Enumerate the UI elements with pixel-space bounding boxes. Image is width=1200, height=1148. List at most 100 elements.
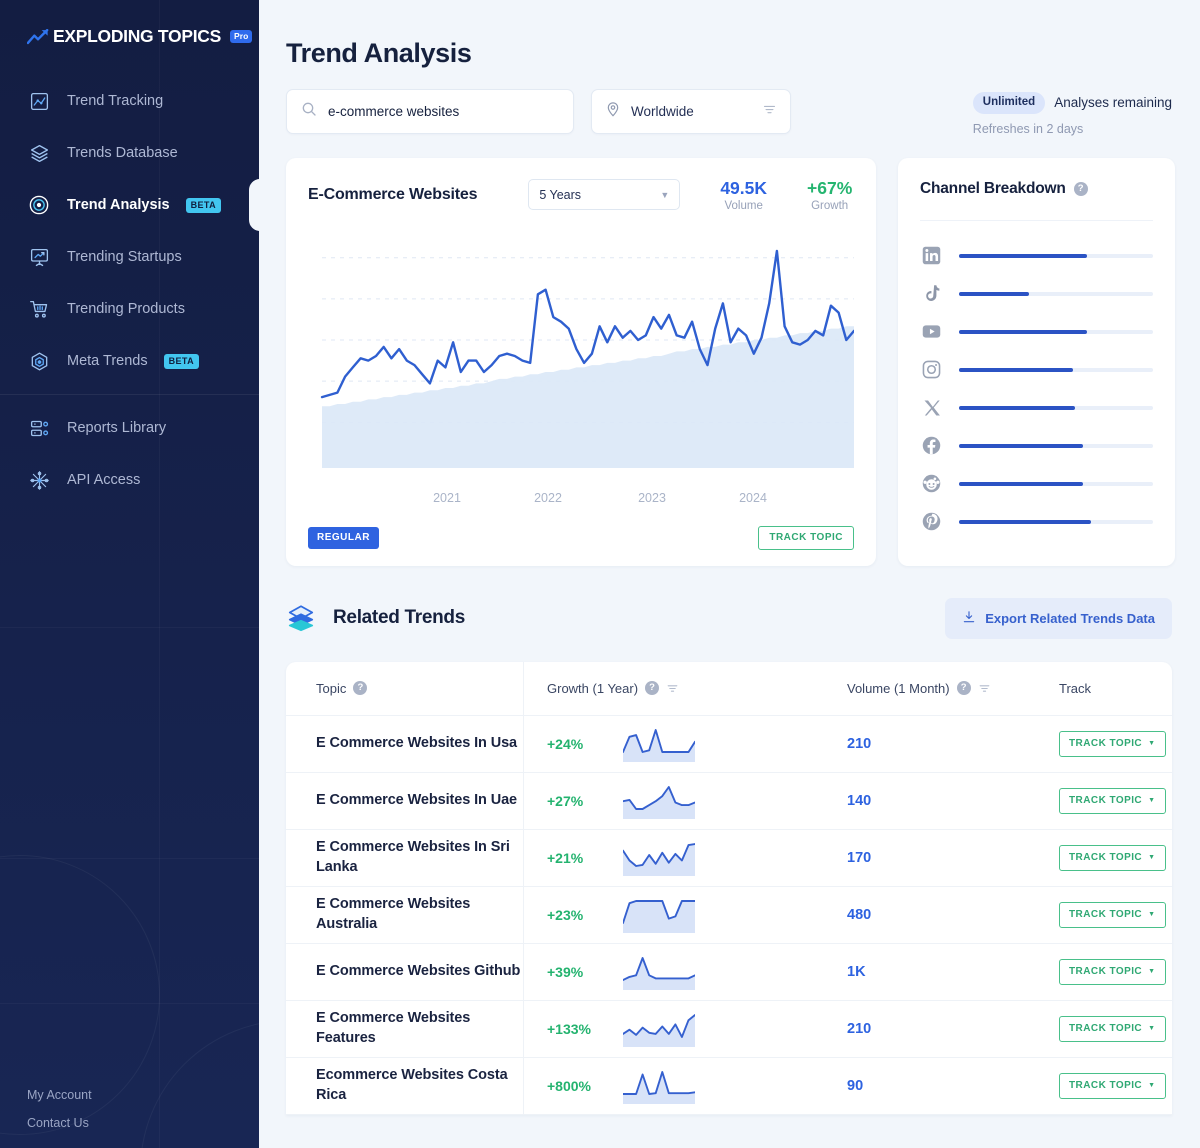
chart-monitor-icon [27,89,51,113]
cell-growth: +21% [524,840,829,876]
track-topic-button[interactable]: TRACK TOPIC ▼ [1059,958,1166,985]
topic-name: E Commerce Websites In Sri Lanka [316,839,510,875]
question-circle-icon[interactable]: ? [645,681,660,696]
channel-bar-fill [959,329,1088,334]
filter-icon[interactable] [762,102,777,122]
track-topic-label: TRACK TOPIC [1069,1079,1143,1091]
cell-track: TRACK TOPIC ▼ [1054,1072,1172,1099]
location-select[interactable]: Worldwide [591,89,791,134]
table-row[interactable]: E Commerce Websites In Sri Lanka +21% 170 T… [286,829,1172,887]
layers-icon [27,141,51,165]
sidebar-item-api-access[interactable]: API Access [0,454,259,506]
download-icon [962,610,976,627]
growth-value: +23% [547,906,584,923]
track-topic-button[interactable]: TRACK TOPIC ▼ [1059,1015,1166,1042]
brand-logo[interactable]: EXPLODING TOPICS Pro [0,0,259,47]
track-topic-button[interactable]: TRACK TOPIC ▼ [1059,844,1166,871]
network-nodes-icon [27,468,51,492]
time-range-select[interactable]: 5 Years ▼ [528,179,681,211]
svg-text:2023: 2023 [638,491,666,505]
target-icon [27,193,51,217]
channel-bar-fill [959,443,1084,448]
contact-us-link[interactable]: Contact Us [27,1116,92,1130]
sidebar-item-trending-products[interactable]: Trending Products [0,283,259,335]
chevron-down-icon: ▼ [1148,1082,1156,1090]
track-topic-button[interactable]: TRACK TOPIC ▼ [1059,901,1166,928]
divider [920,219,1153,221]
channel-bar-track [959,367,1153,372]
table-row[interactable]: E Commerce Websites Features +133% 210 TRAC… [286,1000,1172,1058]
related-trends-title: Related Trends [333,607,466,629]
track-topic-button[interactable]: TRACK TOPIC ▼ [1059,787,1166,814]
cell-volume: 210 [829,735,1054,753]
growth-value: +27% [547,792,584,809]
track-topic-button[interactable]: TRACK TOPIC ▼ [1059,1072,1166,1099]
instagram-icon [920,358,943,381]
table-row[interactable]: E Commerce Websites Github +39% 1K TRACK TO… [286,943,1172,1001]
chevron-down-icon: ▼ [1148,911,1156,919]
sidebar-item-trends-database[interactable]: Trends Database [0,127,259,179]
channel-bar-track [959,291,1153,296]
question-circle-icon[interactable]: ? [956,681,971,696]
sidebar-item-trend-analysis[interactable]: Trend Analysis BETA [0,179,259,231]
logo-text: EXPLODING TOPICS [53,26,221,46]
sort-filter-icon[interactable] [978,682,991,695]
growth-value: +21% [547,849,584,866]
beta-badge: BETA [163,353,200,369]
related-trends-table: Topic ? Growth (1 Year) ? Volume (1 Mont… [286,661,1172,1115]
related-trends-header: Related Trends Export Related Trends Dat… [286,597,1172,639]
volume-value: 1K [847,963,866,980]
chevron-down-icon: ▼ [660,189,670,200]
channel-row [920,275,1153,313]
cell-track: TRACK TOPIC ▼ [1054,958,1172,985]
question-circle-icon[interactable]: ? [1073,181,1088,196]
stat-growth: +67% Growth [807,178,852,212]
channel-breakdown-title: Channel Breakdown [920,179,1066,197]
cell-track: TRACK TOPIC ▼ [1054,730,1172,757]
stat-volume-value: 49.5K [720,177,768,198]
cell-track: TRACK TOPIC ▼ [1054,901,1172,928]
trend-chart: 2021 2022 2023 2024 [308,220,856,520]
presentation-chart-icon [27,245,51,269]
cell-growth: +133% [524,1011,829,1047]
search-input[interactable] [328,104,559,119]
app-root: EXPLODING TOPICS Pro Trend Tracking Tren… [0,0,1200,1148]
channel-bar-track [959,481,1153,486]
chevron-down-icon: ▼ [1148,854,1156,862]
cell-volume: 1K [829,963,1054,981]
table-row[interactable]: Ecommerce Websites Costa Rica +800% 90 TRAC… [286,1057,1172,1115]
table-row[interactable]: E Commerce Websites In Usa +24% 210 TRACK T… [286,715,1172,773]
chart-title: E-Commerce Websites [308,185,478,203]
channel-bar-fill [959,519,1091,524]
export-related-trends-button[interactable]: Export Related Trends Data [945,597,1172,639]
sidebar-divider [0,394,259,395]
search-box[interactable] [286,89,574,134]
col-label: Growth (1 Year) [547,680,639,696]
growth-value: +800% [547,1077,591,1094]
sidebar-item-trend-tracking[interactable]: Trend Tracking [0,75,259,127]
sparkline [623,785,695,819]
volume-value: 170 [847,849,872,866]
cell-volume: 90 [829,1077,1054,1095]
topic-name: E Commerce Websites Github [316,962,521,979]
table-row[interactable]: E Commerce Websites Australia +23% 480 TRAC… [286,886,1172,944]
sidebar-item-trending-startups[interactable]: Trending Startups [0,231,259,283]
logo-arrow-icon [27,28,49,45]
sidebar-footer: My Account Contact Us [27,1088,92,1130]
stat-growth-label: Growth [811,199,849,212]
chevron-down-icon: ▼ [1148,968,1156,976]
sort-filter-icon[interactable] [666,682,679,695]
location-value: Worldwide [631,104,694,119]
quota-refresh: Refreshes in 2 days [972,121,1084,136]
track-topic-button[interactable]: TRACK TOPIC ▼ [1059,730,1166,757]
sidebar-item-meta-trends[interactable]: Meta Trends BETA [0,335,259,387]
sidebar-item-reports-library[interactable]: Reports Library [0,402,259,454]
shopping-cart-icon [27,297,51,321]
chart-footer: REGULAR TRACK TOPIC [308,525,854,550]
track-topic-button[interactable]: TRACK TOPIC [758,525,854,550]
table-row[interactable]: E Commerce Websites In Uae +27% 140 TRACK T… [286,772,1172,830]
my-account-link[interactable]: My Account [27,1088,92,1102]
question-circle-icon[interactable]: ? [353,681,368,696]
tiktok-icon [920,282,943,305]
sparkline [623,1070,695,1104]
